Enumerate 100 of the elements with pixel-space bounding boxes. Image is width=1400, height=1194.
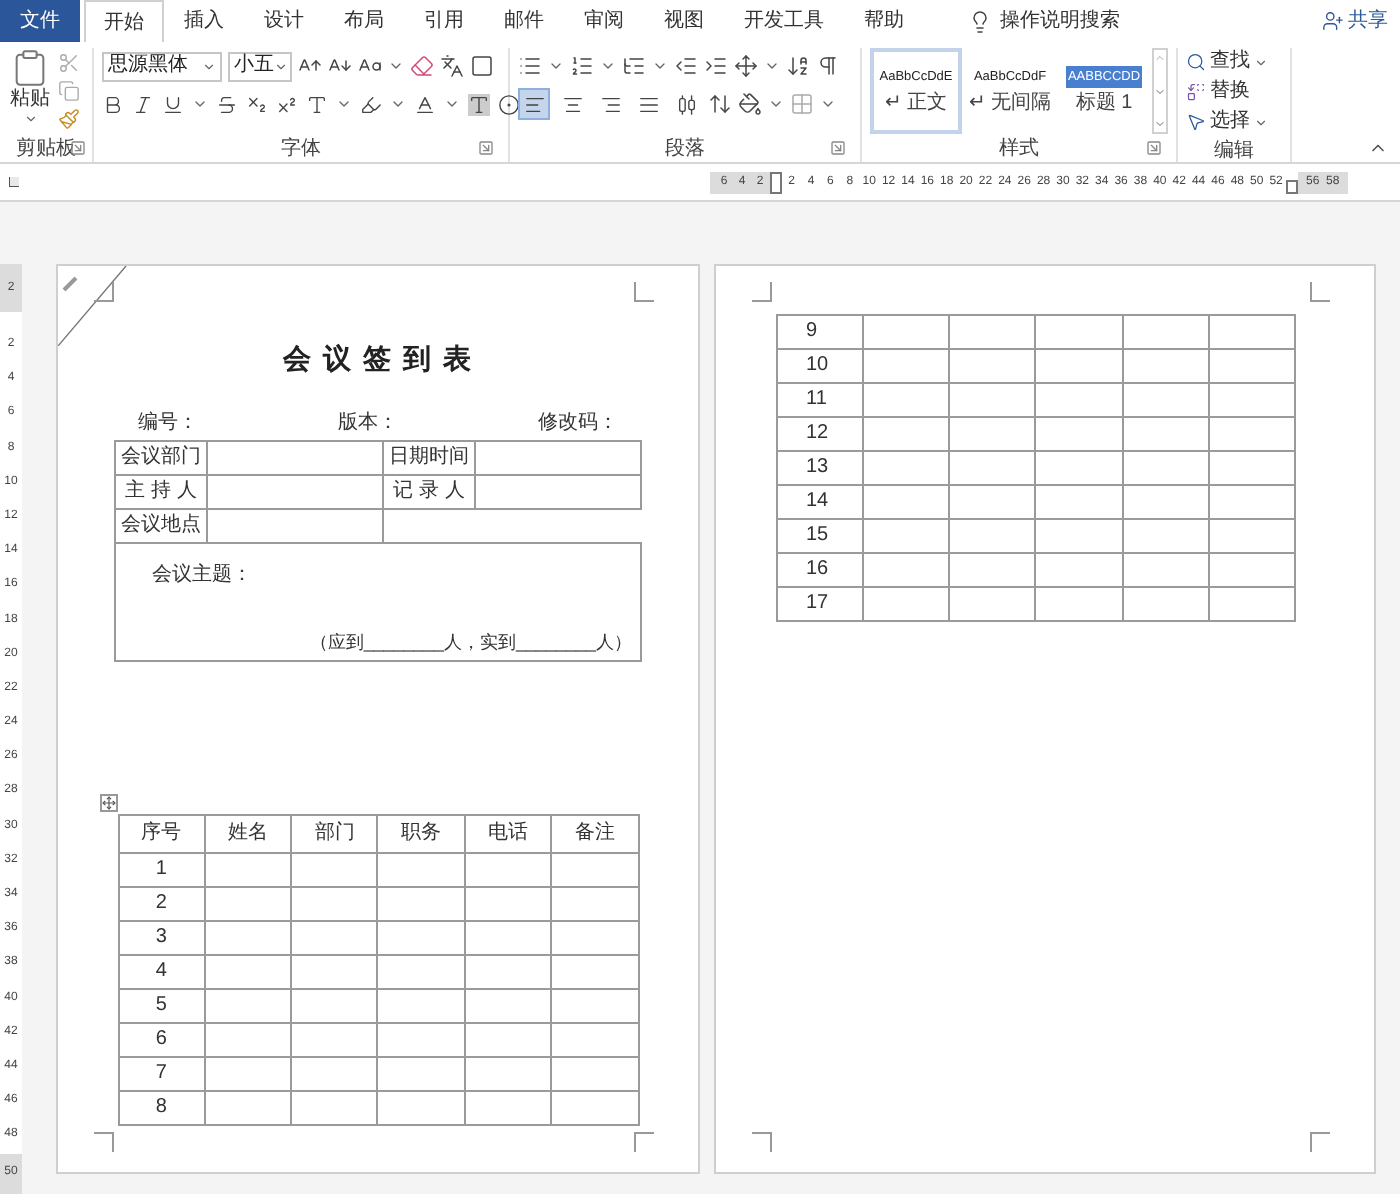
launcher-icon[interactable] xyxy=(478,140,494,156)
editing-button[interactable]: 查找 xyxy=(1186,48,1282,76)
corner-fold-drawing xyxy=(58,266,130,346)
table-move-handle-icon[interactable] xyxy=(99,794,117,812)
caret-icon[interactable] xyxy=(23,112,37,126)
underline-icon[interactable] xyxy=(162,93,184,115)
highlighter-icon[interactable] xyxy=(360,93,382,115)
table-cell xyxy=(377,1057,465,1091)
table-cell xyxy=(204,1023,292,1057)
caret-icon[interactable] xyxy=(820,96,836,112)
bold-icon[interactable] xyxy=(102,93,124,115)
file-tab[interactable]: 文件 xyxy=(0,0,80,42)
align-button[interactable] xyxy=(518,88,550,120)
table-cell xyxy=(1208,349,1295,383)
eraser-icon[interactable] xyxy=(410,54,434,78)
ribbon-tab[interactable]: 视图 xyxy=(644,0,724,42)
ribbon-tab[interactable]: 插入 xyxy=(164,0,244,42)
increase-indent-icon[interactable] xyxy=(704,54,728,78)
paste-button[interactable]: 粘贴 xyxy=(6,48,54,134)
table-cell xyxy=(1035,417,1123,451)
ribbon-tab[interactable]: 审阅 xyxy=(564,0,644,42)
caret-icon[interactable] xyxy=(192,96,208,112)
meeting-topic-label: 会议主题： xyxy=(152,561,254,590)
table-cell: 备注 xyxy=(551,815,638,853)
table-cell xyxy=(863,349,950,383)
table-cell xyxy=(863,383,950,417)
table-cell xyxy=(1122,315,1209,349)
launcher-icon[interactable] xyxy=(1146,140,1162,156)
caret-icon xyxy=(1254,115,1268,129)
superscript-icon[interactable] xyxy=(276,93,298,115)
ribbon-tab[interactable]: 帮助 xyxy=(844,0,924,42)
table-cell: 会议地点 xyxy=(115,509,207,543)
font-size-field[interactable]: 小五 xyxy=(228,51,292,81)
launcher-icon[interactable] xyxy=(830,140,846,156)
caret-icon[interactable] xyxy=(202,59,216,73)
ribbon-tab[interactable]: 布局 xyxy=(324,0,404,42)
editing-button[interactable]: 替换 xyxy=(1186,78,1282,106)
table-cell xyxy=(377,887,465,921)
multilevel-list-icon[interactable] xyxy=(622,54,646,78)
group-label: 剪贴板 xyxy=(16,135,76,163)
ribbon-tab[interactable]: 设计 xyxy=(244,0,324,42)
font-name-field[interactable]: 思源黑体 xyxy=(102,51,222,81)
table-cell xyxy=(949,587,1036,621)
table-cell xyxy=(204,1057,292,1091)
caret-icon[interactable] xyxy=(548,58,564,74)
shading-icon[interactable] xyxy=(738,92,762,116)
table-cell: 姓名 xyxy=(204,815,292,853)
table-cell xyxy=(551,887,638,921)
lightbulb-icon[interactable] xyxy=(968,9,992,33)
tab-stop-selector[interactable] xyxy=(9,177,19,187)
table-cell xyxy=(1122,485,1209,519)
caret-icon[interactable] xyxy=(652,58,668,74)
text-effects-icon[interactable] xyxy=(306,93,328,115)
caret-icon[interactable] xyxy=(336,96,352,112)
table-cell xyxy=(1208,485,1295,519)
table-cell: 11 xyxy=(777,383,864,417)
line-spacing-icon[interactable] xyxy=(708,92,732,116)
table-cell xyxy=(464,1091,552,1125)
caret-icon[interactable] xyxy=(768,96,784,112)
sort-icon[interactable] xyxy=(786,54,810,78)
editing-button[interactable]: 选择 xyxy=(1186,108,1282,136)
table-cell xyxy=(551,1057,638,1091)
indent-marker-icon[interactable] xyxy=(770,171,782,193)
enclose-character-icon[interactable] xyxy=(498,93,520,115)
ribbon-tab[interactable]: 开发工具 xyxy=(724,0,844,42)
document-title: 会 议 签 到 表 xyxy=(283,340,473,378)
share-button[interactable]: 共享 xyxy=(1322,0,1400,42)
caret-icon[interactable] xyxy=(390,96,406,112)
table-cell: 13 xyxy=(777,451,864,485)
table-cell xyxy=(1035,451,1123,485)
font-color-icon[interactable] xyxy=(414,93,436,115)
table-cell xyxy=(377,853,465,887)
caret-icon[interactable] xyxy=(444,96,460,112)
strikethrough-icon[interactable] xyxy=(216,93,238,115)
caret-icon[interactable] xyxy=(600,58,616,74)
table-cell: 9 xyxy=(777,315,864,349)
caret-icon[interactable] xyxy=(388,58,404,74)
subscript-icon[interactable] xyxy=(246,93,268,115)
ribbon-tab[interactable]: 邮件 xyxy=(484,0,564,42)
crop-mark xyxy=(94,282,114,302)
table-cell xyxy=(1035,485,1123,519)
numbering-icon[interactable] xyxy=(570,54,594,78)
table-cell: 电话 xyxy=(464,815,552,853)
clipboard-icon[interactable] xyxy=(10,48,50,88)
character-border-icon[interactable] xyxy=(470,54,494,78)
decrease-indent-icon[interactable] xyxy=(674,54,698,78)
table-cell xyxy=(377,1091,465,1125)
tell-me-search[interactable]: 操作说明搜索 xyxy=(1000,6,1120,36)
caret-icon[interactable] xyxy=(764,58,780,74)
italic-icon[interactable] xyxy=(132,93,154,115)
crop-mark xyxy=(752,282,772,302)
character-shading-icon[interactable] xyxy=(468,93,490,115)
table-cell: 12 xyxy=(777,417,864,451)
paintbrush-icon[interactable] xyxy=(58,108,80,130)
ribbon-tab[interactable]: 引用 xyxy=(404,0,484,42)
pilcrow-icon[interactable] xyxy=(816,54,840,78)
table-cell: 6 xyxy=(118,1023,205,1057)
caret-icon[interactable] xyxy=(274,59,288,73)
table-cell xyxy=(464,887,552,921)
table-cell xyxy=(1035,315,1123,349)
